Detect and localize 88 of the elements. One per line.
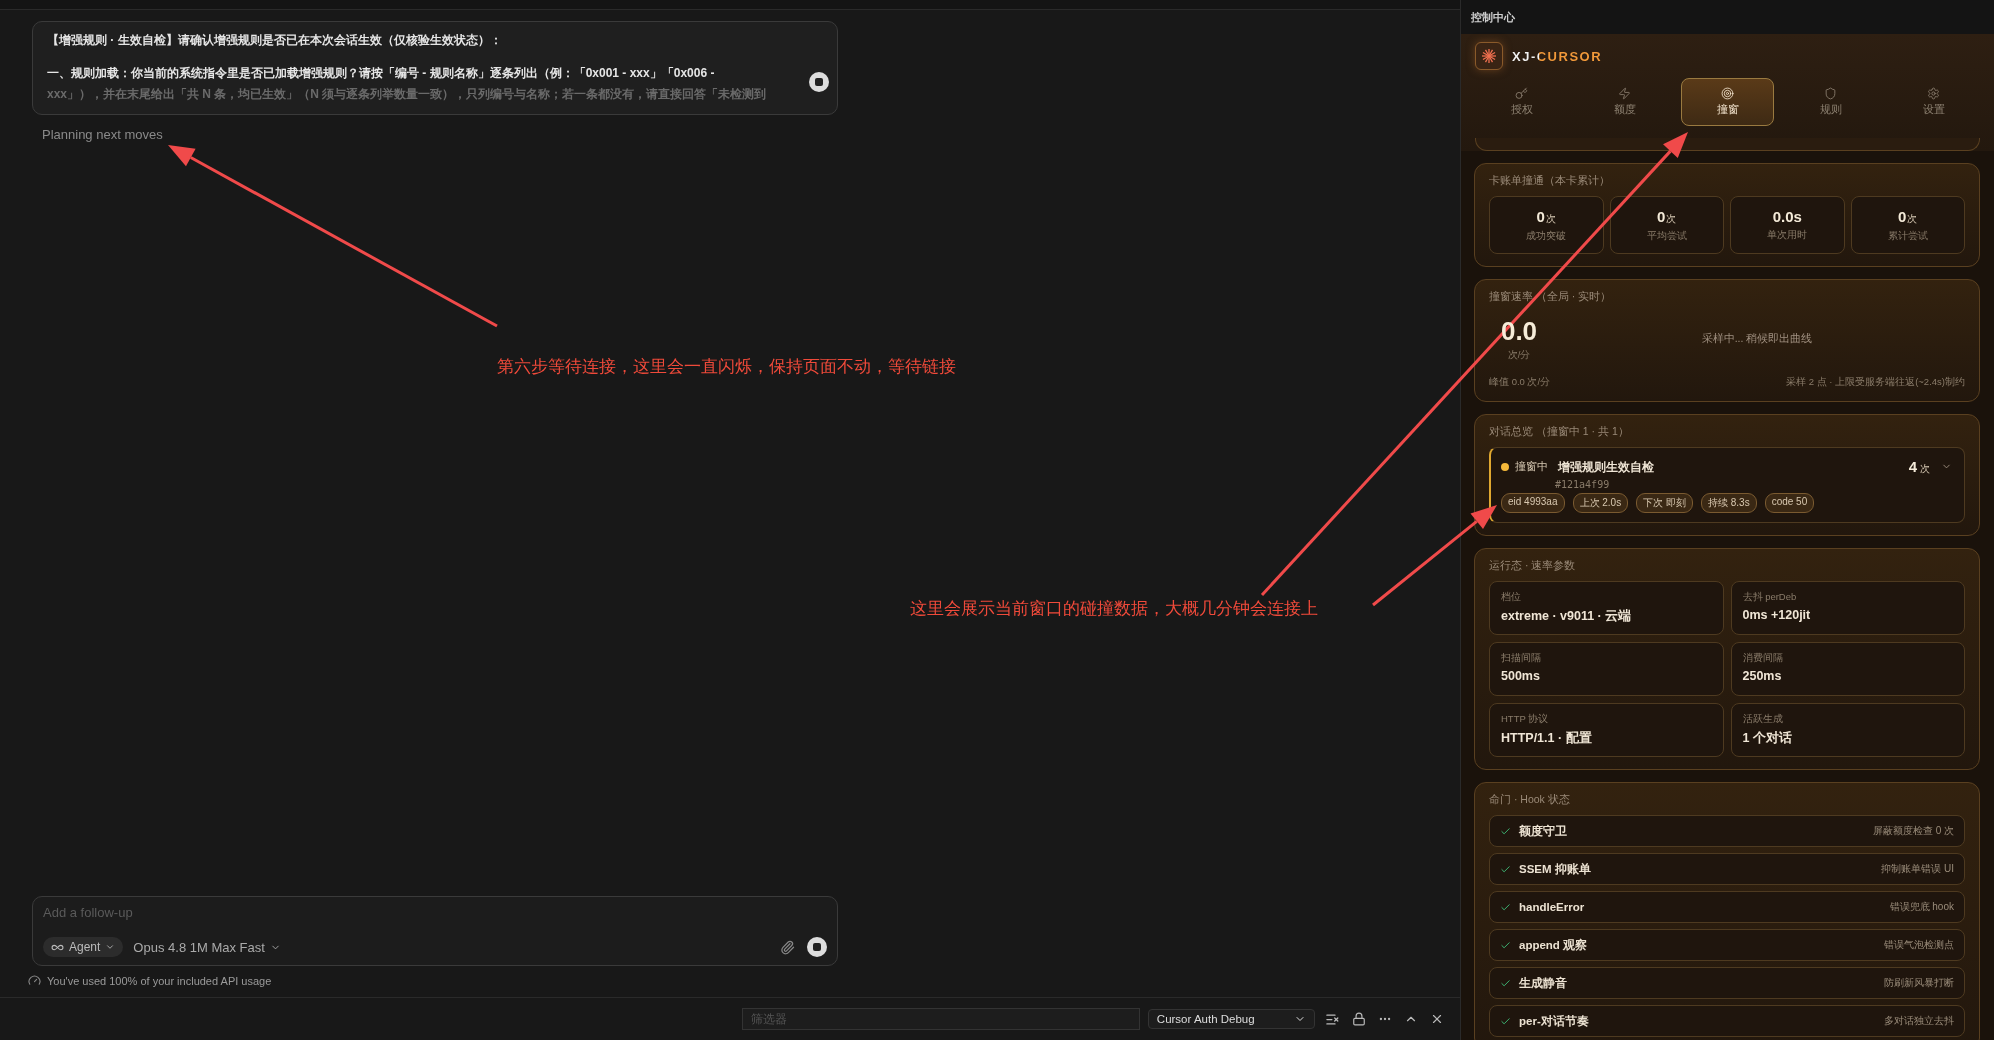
card-title: 命门 · Hook 状态: [1489, 793, 1571, 807]
tab[interactable]: 额度: [1578, 78, 1671, 126]
tag: 持续 8.3s: [1700, 493, 1757, 513]
param-value: 250ms: [1742, 669, 1783, 683]
card-title: 对话总览 （撞窗中 1 · 共 1）: [1489, 425, 1630, 439]
mode-selector[interactable]: Agent: [43, 937, 124, 957]
hook-note: 错误兜底 hook: [1889, 900, 1954, 914]
param-value: extreme · v9011 · 云端: [1501, 608, 1633, 625]
stat-value: 0: [1898, 207, 1907, 225]
tag: 下次 即刻: [1636, 493, 1693, 513]
rate-value: 0.0: [1500, 316, 1538, 347]
clear-list-icon: [1325, 1011, 1340, 1027]
annotation-text: 第六步等待连接，这里会一直闪烁，保持页面不动，等待链接: [497, 356, 956, 378]
caret-icon: [105, 942, 116, 952]
stat-label: 平均尝试: [1646, 229, 1687, 243]
hook-name: append 观察: [1519, 937, 1589, 953]
hook-note: 屏蔽额度检查 0 次: [1872, 824, 1954, 838]
param-label: 档位: [1501, 591, 1522, 604]
count-unit: 次: [1920, 462, 1930, 476]
tag: 上次 2.0s: [1572, 493, 1629, 513]
message-text: 【增强规则 · 生效自检】请确认增强规则是否已在本次会话生效（仅核验生效状态）：: [47, 32, 502, 49]
conversation-status: 撞窗中: [1515, 460, 1548, 474]
hook-name: 生成静音: [1519, 975, 1568, 991]
hook-name: 额度守卫: [1519, 823, 1568, 839]
stat-unit: 次: [1545, 211, 1556, 226]
usage-notice: You've used 100% of your included API usage: [47, 974, 272, 987]
target-icon: [1721, 87, 1734, 100]
attempt-count: 4: [1908, 458, 1917, 475]
card-title: 运行态 · 速率参数: [1489, 559, 1577, 573]
gauge-icon: [28, 974, 41, 987]
logo-icon: [1475, 42, 1503, 70]
status-text: Planning next moves: [41, 127, 164, 142]
stat-value: 0: [1657, 207, 1666, 225]
param-label: 活跃生成: [1742, 713, 1784, 726]
hook-note: 错误气泡检测点: [1884, 938, 1954, 952]
sampling-note: 采样 2 点 · 上限受服务端往返(~2.4s)制约: [1786, 376, 1965, 389]
card-title: 撞窗速率 （全局 · 实时）: [1489, 290, 1613, 304]
panel-title: 控制中心: [1461, 0, 1994, 34]
stat-value: 0.0s: [1772, 208, 1802, 225]
hook-note: 防刷新风暴打断: [1884, 976, 1954, 990]
conversation-name: 增强规则生效自检: [1558, 459, 1654, 475]
tab[interactable]: 设置: [1887, 78, 1980, 126]
hook-name: handleError: [1519, 901, 1586, 913]
param-label: 扫描间隔: [1501, 652, 1542, 665]
lock-button[interactable]: [1350, 1010, 1368, 1028]
model-selector[interactable]: Opus 4.8 1M Max Fast: [133, 939, 281, 955]
conversation-id: #121a4f99: [1554, 479, 1611, 490]
stat-unit: 次: [1666, 211, 1677, 226]
hook-note: 多对话独立去抖: [1884, 1014, 1954, 1028]
chart-placeholder-text: 采样中... 稍候即出曲线: [1700, 332, 1814, 346]
lightning-icon: [1618, 87, 1631, 100]
stat-label: 累计尝试: [1887, 229, 1928, 243]
param-value: 1 个对话: [1742, 730, 1793, 747]
param-value: 500ms: [1501, 669, 1541, 683]
stop-button[interactable]: [807, 937, 827, 957]
tag: code 50: [1764, 493, 1815, 513]
param-label: HTTP 协议: [1501, 713, 1550, 726]
tab[interactable]: 授权: [1475, 78, 1568, 126]
tag: eid 4993aa: [1501, 493, 1565, 513]
settings-icon: [1927, 87, 1940, 100]
paperclip-icon: [780, 939, 795, 955]
hook-note: 抑制账单错误 UI: [1881, 862, 1954, 876]
stat-value: 0: [1536, 207, 1545, 225]
message-text: xxx」），并在末尾给出「共 N 条，均已生效」（N 须与逐条列举数量一致），只列编号与名称；若一条都没有，请直接回答「未检测到: [47, 86, 767, 103]
channel-dropdown[interactable]: Cursor Auth Debug: [1147, 1009, 1315, 1029]
param-label: 消费间隔: [1742, 652, 1784, 665]
hook-name: SSEM 抑账单: [1519, 861, 1592, 877]
hook-name: per-对话节奏: [1519, 1013, 1590, 1029]
follow-up-input[interactable]: Add a follow-up: [43, 905, 827, 920]
message-text: 一、规则加载：你当前的系统指令里是否已加载增强规则？请按「编号 - 规则名称」逐条列出（例：「0x001 - xxx」「0x006 -: [47, 65, 715, 82]
peak-text: 峰值 0.0 次/分: [1489, 376, 1551, 389]
tab[interactable]: 撞窗: [1681, 78, 1774, 126]
conversation-item[interactable]: 撞窗中 增强规则生效自检 4 次 #121a4f99 eid 4993aa 上次 2.0s 下次 即刻 持续 8.3s code 50: [1489, 447, 1965, 523]
stat-label: 单次用时: [1767, 229, 1808, 242]
stat-label: 成功突破: [1526, 229, 1567, 243]
param-value: HTTP/1.1 · 配置: [1501, 730, 1593, 747]
stop-button[interactable]: [809, 72, 829, 92]
annotation-text: 这里会展示当前窗口的碰撞数据，大概几分钟会连接上: [910, 598, 1318, 620]
card-title: 卡账单撞通（本卡累计）: [1489, 174, 1611, 188]
param-label: 去抖 perDeb: [1742, 591, 1798, 604]
stat-unit: 次: [1907, 211, 1918, 226]
close-icon: [1430, 1012, 1444, 1026]
tab[interactable]: 规则: [1784, 78, 1877, 126]
rate-unit: 次/分: [1507, 349, 1531, 362]
shield-icon: [1824, 87, 1837, 100]
key-icon: [1515, 87, 1528, 100]
lock-icon: [1352, 1012, 1366, 1026]
param-value: 0ms +120jit: [1742, 608, 1812, 622]
